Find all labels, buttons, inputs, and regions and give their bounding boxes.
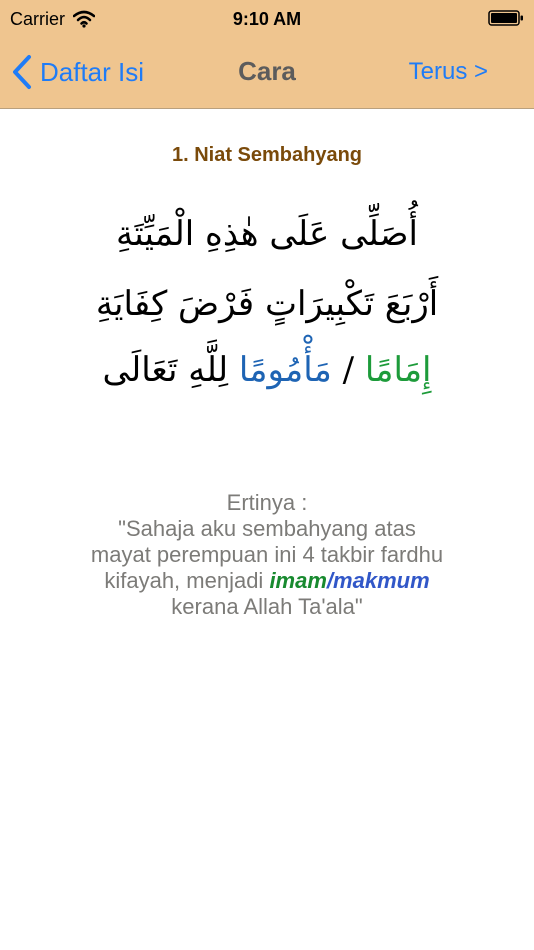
translation-line-1: "Sahaja aku sembahyang atas <box>118 516 416 541</box>
status-bar: Carrier 9:10 AM <box>0 0 534 38</box>
translation-line-3-prefix: kifayah, menjadi <box>104 568 270 593</box>
status-time: 9:10 AM <box>232 9 302 29</box>
translation-block: Ertinya : "Sahaja aku sembahyang atas ma… <box>0 490 534 620</box>
translation-line-3: kifayah, menjadi imam/makmum <box>0 568 534 594</box>
arabic-lillahi: لِلَّهِ تَعَالَى <box>102 350 239 390</box>
arabic-line-2: أَرْبَعَ تَكْبِيرَاتٍ فَرْضَ كِفَايَةِ <box>95 284 439 324</box>
translation-line-2: mayat perempuan ini 4 takbir fardhu <box>90 542 444 567</box>
navigation-bar: Daftar Isi Cara Terus > <box>0 38 534 108</box>
arabic-line-3: إِمَامًا / مَأْمُومًا لِلَّهِ تَعَالَى <box>0 350 534 390</box>
battery-icon <box>488 10 523 26</box>
header: Carrier 9:10 AM Daftar Isi Cara Terus > <box>0 0 534 109</box>
translation-makmum: makmum <box>333 568 430 593</box>
arabic-imam: إِمَامًا <box>364 350 432 390</box>
arabic-separator: / <box>331 350 365 390</box>
translation-line-4: kerana Allah Ta'ala" <box>171 594 363 619</box>
forward-button[interactable]: Terus > <box>409 58 488 86</box>
section-title: 1. Niat Sembahyang <box>171 144 363 166</box>
translation-imam: imam <box>269 568 327 593</box>
translation-heading: Ertinya : <box>226 490 308 515</box>
arabic-line-1: أُصَلِّى عَلَى هٰذِهِ الْمَيِّتَةِ <box>115 214 418 254</box>
arabic-makmum: مَأْمُومًا <box>238 350 332 390</box>
